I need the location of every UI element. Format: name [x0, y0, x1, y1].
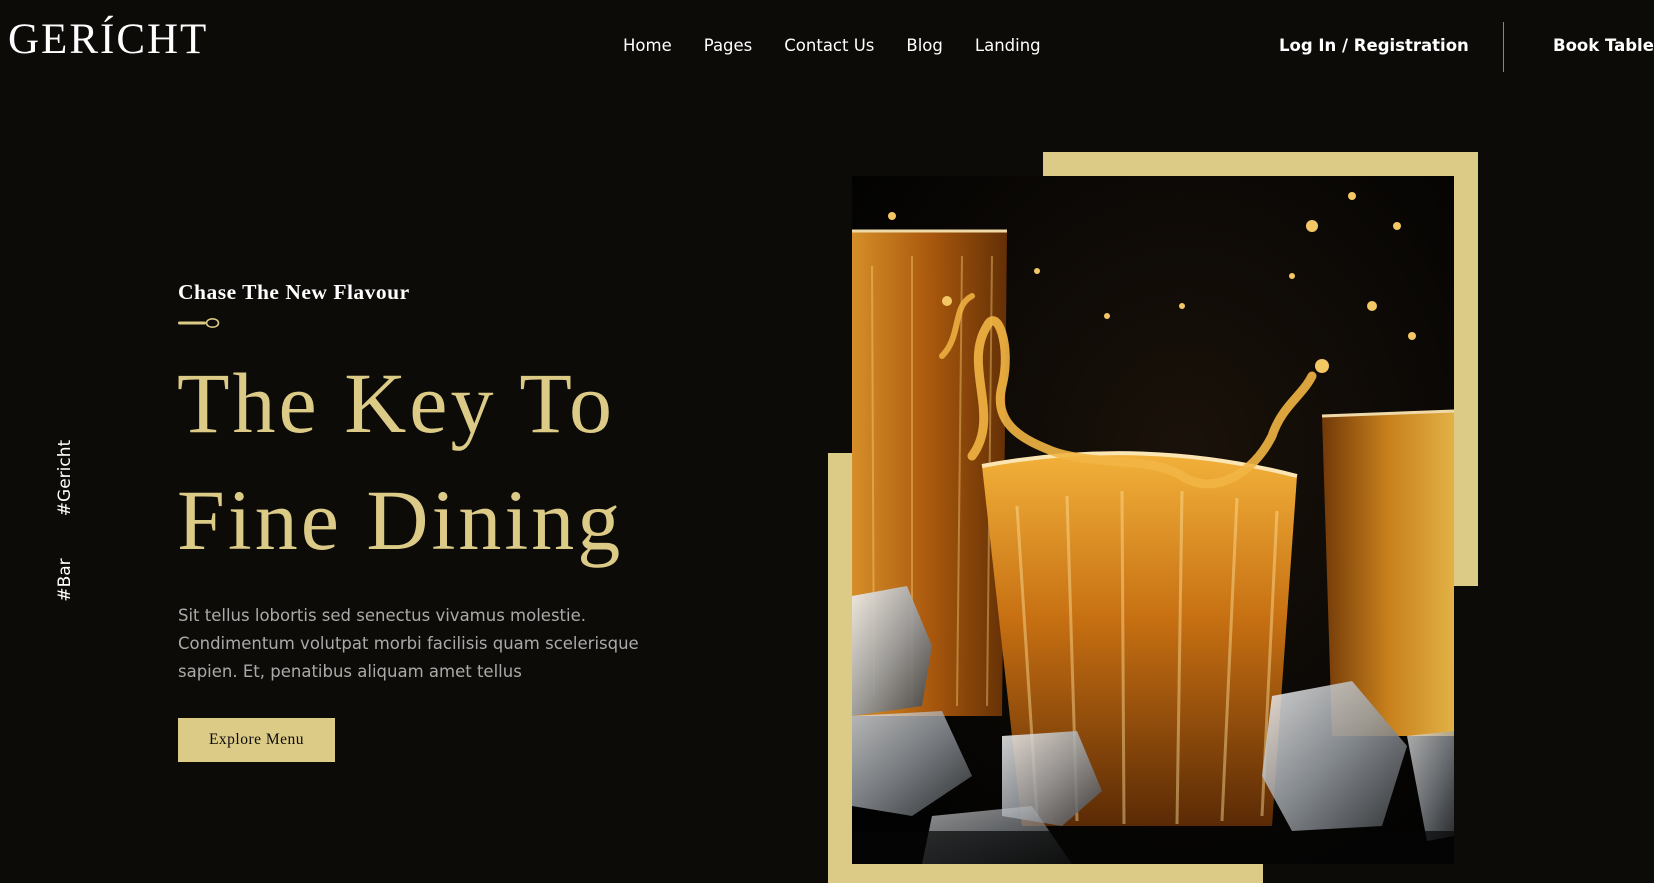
hero-description: Sit tellus lobortis sed senectus vivamus… — [178, 606, 639, 681]
logo[interactable]: GERÍCHT — [8, 18, 208, 61]
nav-landing[interactable]: Landing — [975, 35, 1041, 57]
main-nav: Home Pages Contact Us Blog Landing — [623, 35, 1073, 57]
side-tag-bar[interactable]: #Bar — [54, 530, 76, 630]
hero-headline-line1: The Key To — [177, 355, 615, 451]
nav-blog[interactable]: Blog — [906, 35, 942, 57]
book-table-link[interactable]: Book Table — [1553, 35, 1654, 57]
hero-headline: The Key To Fine Dining — [177, 345, 623, 579]
hero-headline-line2: Fine Dining — [177, 472, 624, 568]
header-divider — [1503, 22, 1504, 72]
side-tag-gericht[interactable]: #Gericht — [54, 428, 76, 528]
hero-subtitle: Chase The New Flavour — [178, 280, 410, 304]
explore-menu-button[interactable]: Explore Menu — [178, 718, 335, 762]
nav-contact-us[interactable]: Contact Us — [784, 35, 874, 57]
login-registration-link[interactable]: Log In / Registration — [1279, 35, 1469, 57]
nav-pages[interactable]: Pages — [704, 35, 753, 57]
spoon-icon — [178, 318, 220, 328]
whiskey-glass-image — [852, 176, 1454, 864]
nav-home[interactable]: Home — [623, 35, 672, 57]
